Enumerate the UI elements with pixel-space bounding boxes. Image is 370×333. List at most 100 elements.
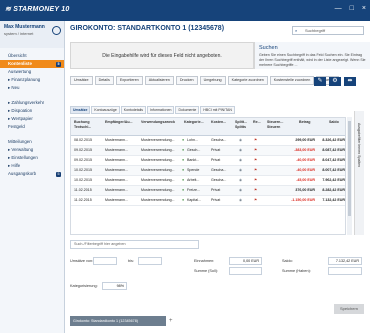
cell-balance: 8.087,42 EUR: [322, 148, 345, 152]
table-scrollbar[interactable]: [347, 117, 352, 235]
cell-balance: 7.962,42 EUR: [322, 178, 345, 182]
kategorisierung-value: 98%: [102, 282, 127, 290]
tab-aktualisieren[interactable]: Aktualisieren: [144, 76, 174, 85]
table-row[interactable]: 10.02.2015 Mustermann... Musterverwendung.…: [71, 166, 345, 176]
edit-icon[interactable]: ✎: [314, 77, 326, 86]
scrollbar-thumb[interactable]: [348, 121, 351, 216]
sidebar-item-finanzplanung[interactable]: ▸ Finanzplanung: [0, 76, 64, 84]
cell-recipient: Mustermann...: [105, 188, 128, 192]
back-icon[interactable]: ⬌: [344, 77, 356, 86]
sidebar-item-einstellungen[interactable]: ▸ Einstellungen: [0, 154, 64, 162]
split-icon[interactable]: ◉: [239, 158, 242, 163]
split-icon[interactable]: ◉: [239, 168, 242, 173]
category-icon: ●: [182, 168, 185, 172]
tab-dokumente[interactable]: Dokumente: [175, 106, 200, 114]
cell-date: 11.02.2015: [74, 198, 92, 202]
flag-icon[interactable]: ⚑: [254, 178, 257, 183]
sidebar-item-uebersicht[interactable]: Übersicht: [0, 52, 64, 60]
main-panel: GIROKONTO: STANDARTKONTO 1 (12345678) ⌕ …: [66, 21, 370, 333]
col-steuern[interactable]: Steuern... Steuern: [267, 120, 283, 130]
tab-umsaetze-list[interactable]: Umsätze: [70, 106, 91, 114]
sidebar-item-disposition[interactable]: ▸ Dispoation: [0, 107, 64, 115]
cell-date: 10.02.2015: [74, 178, 92, 182]
col-kategorie[interactable]: Kategorie...: [184, 120, 204, 125]
flag-icon[interactable]: ⚑: [254, 198, 257, 203]
tab-girokonto[interactable]: Girokonto: Standardkonto 1 (12345678): [70, 316, 166, 326]
table-row[interactable]: 10.02.2015 Mustermann... Musterverwendung.…: [71, 176, 345, 186]
filter-input[interactable]: Such-/Filterbegriff hier angeben: [70, 240, 199, 249]
sidebar-item-mitteilungen[interactable]: Mitteilungen: [0, 138, 64, 146]
tab-umsaetze[interactable]: Umsätze: [70, 76, 93, 85]
date-from-field[interactable]: [93, 257, 117, 265]
sidebar-item-auswertung[interactable]: Auswertung: [0, 68, 64, 76]
sidebar-item-ausgangskorb[interactable]: Ausgangskorb 5: [0, 170, 64, 178]
col-verwendungszweck[interactable]: Verwendungszweck: [141, 120, 175, 125]
cell-balance: 8.326,42 EUR: [322, 138, 345, 142]
tab-kontodetails[interactable]: Kontodetails: [120, 106, 147, 114]
flag-icon[interactable]: ⚑: [254, 148, 257, 153]
sidebar-item-neu[interactable]: ▸ Neu: [0, 84, 64, 92]
search-input[interactable]: ⌕ Suchbegriff: [292, 26, 364, 35]
add-tab-icon[interactable]: +: [169, 316, 179, 326]
maximize-icon[interactable]: □: [350, 5, 354, 12]
logout-icon[interactable]: [52, 26, 61, 35]
sidebar: Übersicht Kontenliste 5 Auswertung ▸ Fina…: [0, 48, 65, 333]
sidebar-item-verwaltung[interactable]: ▸ Verwaltung: [0, 146, 64, 154]
flag-icon[interactable]: ⚑: [254, 168, 257, 173]
col-saldo[interactable]: Saldo: [329, 120, 339, 125]
table-row[interactable]: 11.02.2015 Mustermann... Musterverwendung.…: [71, 196, 345, 206]
split-icon[interactable]: ◉: [239, 138, 242, 143]
cell-recipient: Mustermann...: [105, 158, 128, 162]
sidebar-item-wertpapier[interactable]: ▸ Wertpapier: [0, 115, 64, 123]
sidebar-item-zahlungsverkehr[interactable]: ▸ Zahlungsverkehr: [0, 99, 64, 107]
tab-drucken[interactable]: Drucken: [175, 76, 198, 85]
bis-label: bis:: [128, 259, 134, 263]
tab-hbci[interactable]: HBCI mit PIN/TAN: [200, 106, 235, 114]
cell-cost: Privat: [211, 198, 221, 202]
tab-kontoauszuege[interactable]: Kontoauszüge: [91, 106, 120, 114]
category-icon: ●: [182, 198, 185, 202]
split-icon[interactable]: ◉: [239, 188, 242, 193]
tab-kategorie[interactable]: Kategorie zuordnen: [227, 76, 268, 85]
flag-icon[interactable]: ⚑: [254, 188, 257, 193]
cell-cost: Privat: [211, 158, 221, 162]
tab-details[interactable]: Details: [94, 76, 114, 85]
minimize-icon[interactable]: —: [335, 5, 342, 12]
cell-category: Gesch...: [187, 148, 201, 152]
col-empfaenger[interactable]: Empfänger/Au...: [105, 120, 133, 125]
summe-soll-label: Summe (Soll):: [194, 269, 219, 273]
cell-purpose: Musterverwendung...: [141, 178, 175, 182]
help-title: Suchen: [259, 45, 278, 51]
einnahmen-value: 0,00 EUR: [229, 257, 262, 265]
table-header: Buchung Textschl... Empfänger/Au... Verw…: [71, 118, 345, 136]
table-row[interactable]: 09.02.2015 Mustermann... Musterverwendung.…: [71, 156, 345, 166]
tab-exportieren[interactable]: Exportieren: [115, 76, 143, 85]
col-re[interactable]: Re...: [253, 120, 261, 125]
table-row[interactable]: 11.02.2015 Mustermann... Musterverwendung.…: [71, 186, 345, 196]
tab-kostenstelle[interactable]: Kostenstelle zuordnen: [269, 76, 315, 85]
split-icon[interactable]: ◉: [239, 178, 242, 183]
tab-umgebung[interactable]: Umgebung: [199, 76, 226, 85]
table-row[interactable]: 09.02.2015 Mustermann... Musterverwendung.…: [71, 146, 345, 156]
sidebar-item-festgeld[interactable]: Festgeld: [0, 123, 64, 131]
split-icon[interactable]: ◉: [239, 148, 242, 153]
save-button[interactable]: Speichern: [334, 304, 364, 314]
col-buchung[interactable]: Buchung Textschl...: [74, 120, 91, 130]
side-panel[interactable]: Ausgabefilter leeren Spalten: [354, 111, 364, 235]
cell-recipient: Mustermann...: [105, 138, 128, 142]
sidebar-item-hilfe[interactable]: ▸ Hilfe: [0, 162, 64, 170]
date-to-field[interactable]: [138, 257, 162, 265]
settings-icon[interactable]: ⚙: [329, 77, 341, 86]
tab-informationen[interactable]: Informationen: [147, 106, 175, 114]
search-icon: ⌕: [295, 28, 298, 33]
col-betrag[interactable]: Betrag: [299, 120, 310, 125]
col-kosten[interactable]: Kosten...: [211, 120, 226, 125]
table-row[interactable]: 08.02.2015 Mustermann... Musterverwendung.…: [71, 136, 345, 146]
col-splitt[interactable]: Splitt... Splitts: [235, 120, 247, 130]
flag-icon[interactable]: ⚑: [254, 158, 257, 163]
close-icon[interactable]: ×: [362, 5, 366, 12]
user-panel: Max Mustermann system / internet ⌂ ▦ ▥ ☰: [0, 21, 65, 67]
flag-icon[interactable]: ⚑: [254, 138, 257, 143]
split-icon[interactable]: ◉: [239, 198, 242, 203]
sidebar-item-kontenliste[interactable]: Kontenliste 5: [0, 60, 64, 68]
